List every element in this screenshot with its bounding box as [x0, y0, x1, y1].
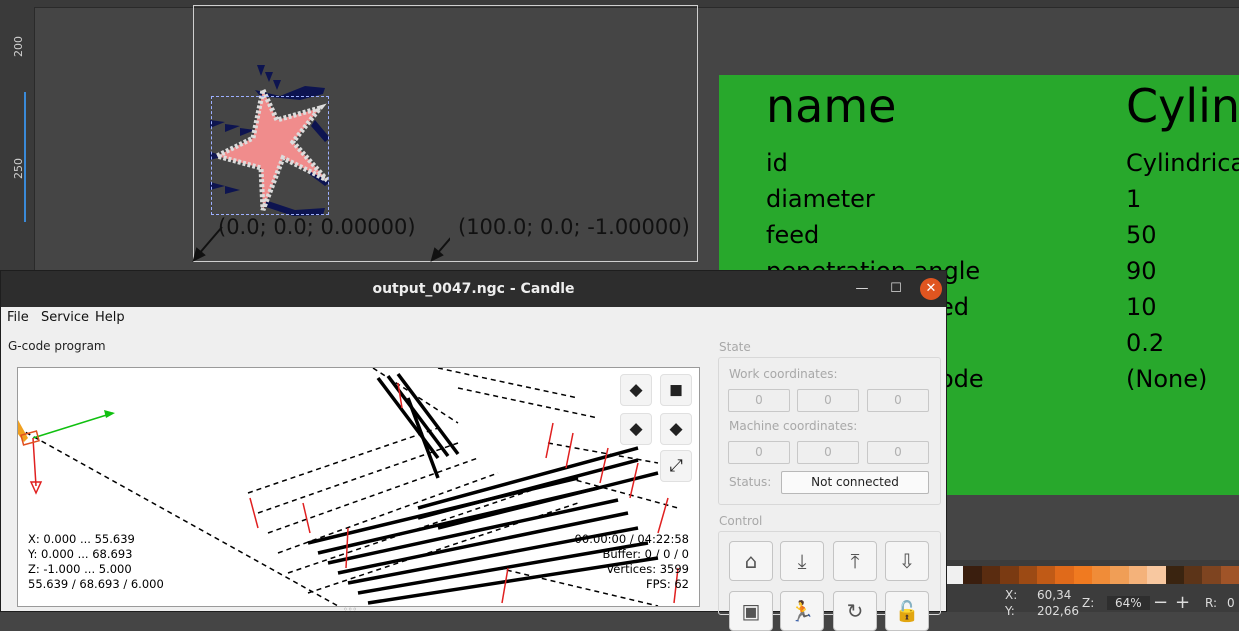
- rotation-value[interactable]: 0: [1227, 596, 1235, 610]
- work-coords-label: Work coordinates:: [729, 367, 838, 381]
- machine-coords-label: Machine coordinates:: [729, 419, 858, 433]
- cursor-y-label: Y:: [1005, 604, 1015, 618]
- palette-swatch[interactable]: [1183, 566, 1203, 584]
- view-left-icon[interactable]: ◆: [660, 413, 692, 445]
- work-x-field: 0: [728, 389, 790, 412]
- param-row-value: (None): [1126, 365, 1208, 393]
- menu-file[interactable]: File: [7, 310, 29, 325]
- palette-swatch[interactable]: [1128, 566, 1148, 584]
- view-top-icon[interactable]: ◼: [660, 374, 692, 406]
- window-title: output_0047.ngc - Candle: [372, 281, 575, 297]
- palette-swatch[interactable]: [1092, 566, 1111, 584]
- menu-bar: File Service Help: [1, 307, 946, 329]
- view-front-icon[interactable]: ◆: [620, 413, 652, 445]
- fit-view-icon[interactable]: ⤢: [660, 450, 692, 482]
- unlock-icon[interactable]: 🔓: [885, 591, 929, 631]
- palette-swatch[interactable]: [1000, 566, 1019, 584]
- work-z-field: 0: [867, 389, 929, 412]
- status-label: Status:: [729, 475, 772, 489]
- palette-swatch[interactable]: [981, 566, 1001, 584]
- state-group-label: State: [719, 340, 751, 354]
- cursor-x-label: X:: [1005, 588, 1018, 602]
- param-row-name: diameter: [766, 185, 875, 213]
- palette-swatch[interactable]: [1055, 566, 1074, 584]
- zoom-value[interactable]: 64%: [1107, 596, 1150, 610]
- home-icon[interactable]: ⌂: [729, 541, 773, 581]
- rotation-label: R:: [1205, 596, 1218, 610]
- viewport-bounds-info: X: 0.000 ... 55.639 Y: 0.000 ... 68.693 …: [28, 532, 164, 591]
- cursor-x-value: 60,34: [1037, 588, 1072, 602]
- param-row-value: 50: [1126, 221, 1157, 249]
- view-isometric-icon[interactable]: ◆: [620, 374, 652, 406]
- close-icon[interactable]: ✕: [920, 278, 942, 300]
- zero-z-probe-icon[interactable]: ⤓: [780, 541, 824, 581]
- zoom-out-icon[interactable]: −: [1153, 592, 1168, 613]
- reset-icon[interactable]: ↻: [833, 591, 877, 631]
- param-row-name: feed: [766, 221, 820, 249]
- palette-swatch[interactable]: [1036, 566, 1056, 584]
- palette-swatch[interactable]: [1147, 566, 1166, 584]
- selection-box: [211, 96, 329, 215]
- param-row-name: id: [766, 149, 788, 177]
- palette-swatch[interactable]: [1110, 566, 1129, 584]
- coord-label-end: (100.0; 0.0; -1.00000): [458, 215, 690, 239]
- param-row-value: 1: [1126, 185, 1142, 213]
- ruler-guide[interactable]: [24, 92, 26, 222]
- palette-swatch[interactable]: [1018, 566, 1037, 584]
- param-row-value: 0.2: [1126, 329, 1165, 357]
- param-row-value: 10: [1126, 293, 1157, 321]
- param-header-value: Cylin: [1126, 79, 1239, 133]
- zero-z-icon[interactable]: ⇩: [885, 541, 929, 581]
- param-row-value: 90: [1126, 257, 1157, 285]
- palette-swatch[interactable]: [1073, 566, 1092, 584]
- menu-help[interactable]: Help: [95, 310, 125, 325]
- palette-swatch[interactable]: [963, 566, 982, 584]
- palette-swatch[interactable]: [1165, 566, 1184, 584]
- palette-swatch[interactable]: [1220, 566, 1239, 584]
- maximize-icon[interactable]: ☐: [886, 279, 906, 299]
- left-ruler: 200 250: [0, 7, 35, 270]
- title-bar[interactable]: output_0047.ngc - Candle — ☐ ✕: [1, 271, 946, 307]
- zero-xy-icon[interactable]: ⤒: [833, 541, 877, 581]
- palette-swatch[interactable]: [945, 566, 964, 584]
- zoom-label: Z:: [1082, 596, 1095, 610]
- color-palette[interactable]: [945, 566, 1239, 584]
- ruler-label: 200: [12, 36, 25, 57]
- machine-z-field: 0: [867, 441, 929, 464]
- zoom-in-icon[interactable]: +: [1175, 592, 1190, 613]
- param-row-value: Cylindrica: [1126, 149, 1239, 177]
- splitter-handle[interactable]: ◦◦◦: [343, 605, 357, 614]
- gcode-3d-viewport[interactable]: ◆ ◼ ◆ ◆ ⤢ X: 0.000 ... 55.639 Y: 0.000 .…: [17, 367, 700, 607]
- coord-label-start: (0.0; 0.0; 0.00000): [218, 215, 416, 239]
- minimize-icon[interactable]: —: [852, 279, 872, 299]
- viewport-stats-info: 00:00:00 / 04:22:58 Buffer: 0 / 0 / 0 Ve…: [574, 532, 689, 591]
- param-header-name: name: [766, 79, 897, 133]
- candle-window: output_0047.ngc - Candle — ☐ ✕ File Serv…: [0, 270, 947, 631]
- work-y-field: 0: [797, 389, 859, 412]
- restore-origin-icon[interactable]: ▣: [729, 591, 773, 631]
- cursor-y-value: 202,66: [1037, 604, 1079, 618]
- control-group-label: Control: [719, 514, 763, 528]
- menu-service[interactable]: Service: [41, 310, 89, 325]
- palette-swatch[interactable]: [1202, 566, 1221, 584]
- safe-position-icon[interactable]: 🏃: [780, 591, 824, 631]
- machine-y-field: 0: [797, 441, 859, 464]
- status-value: Not connected: [781, 471, 929, 494]
- gcode-group-label: G-code program: [8, 339, 106, 353]
- machine-x-field: 0: [728, 441, 790, 464]
